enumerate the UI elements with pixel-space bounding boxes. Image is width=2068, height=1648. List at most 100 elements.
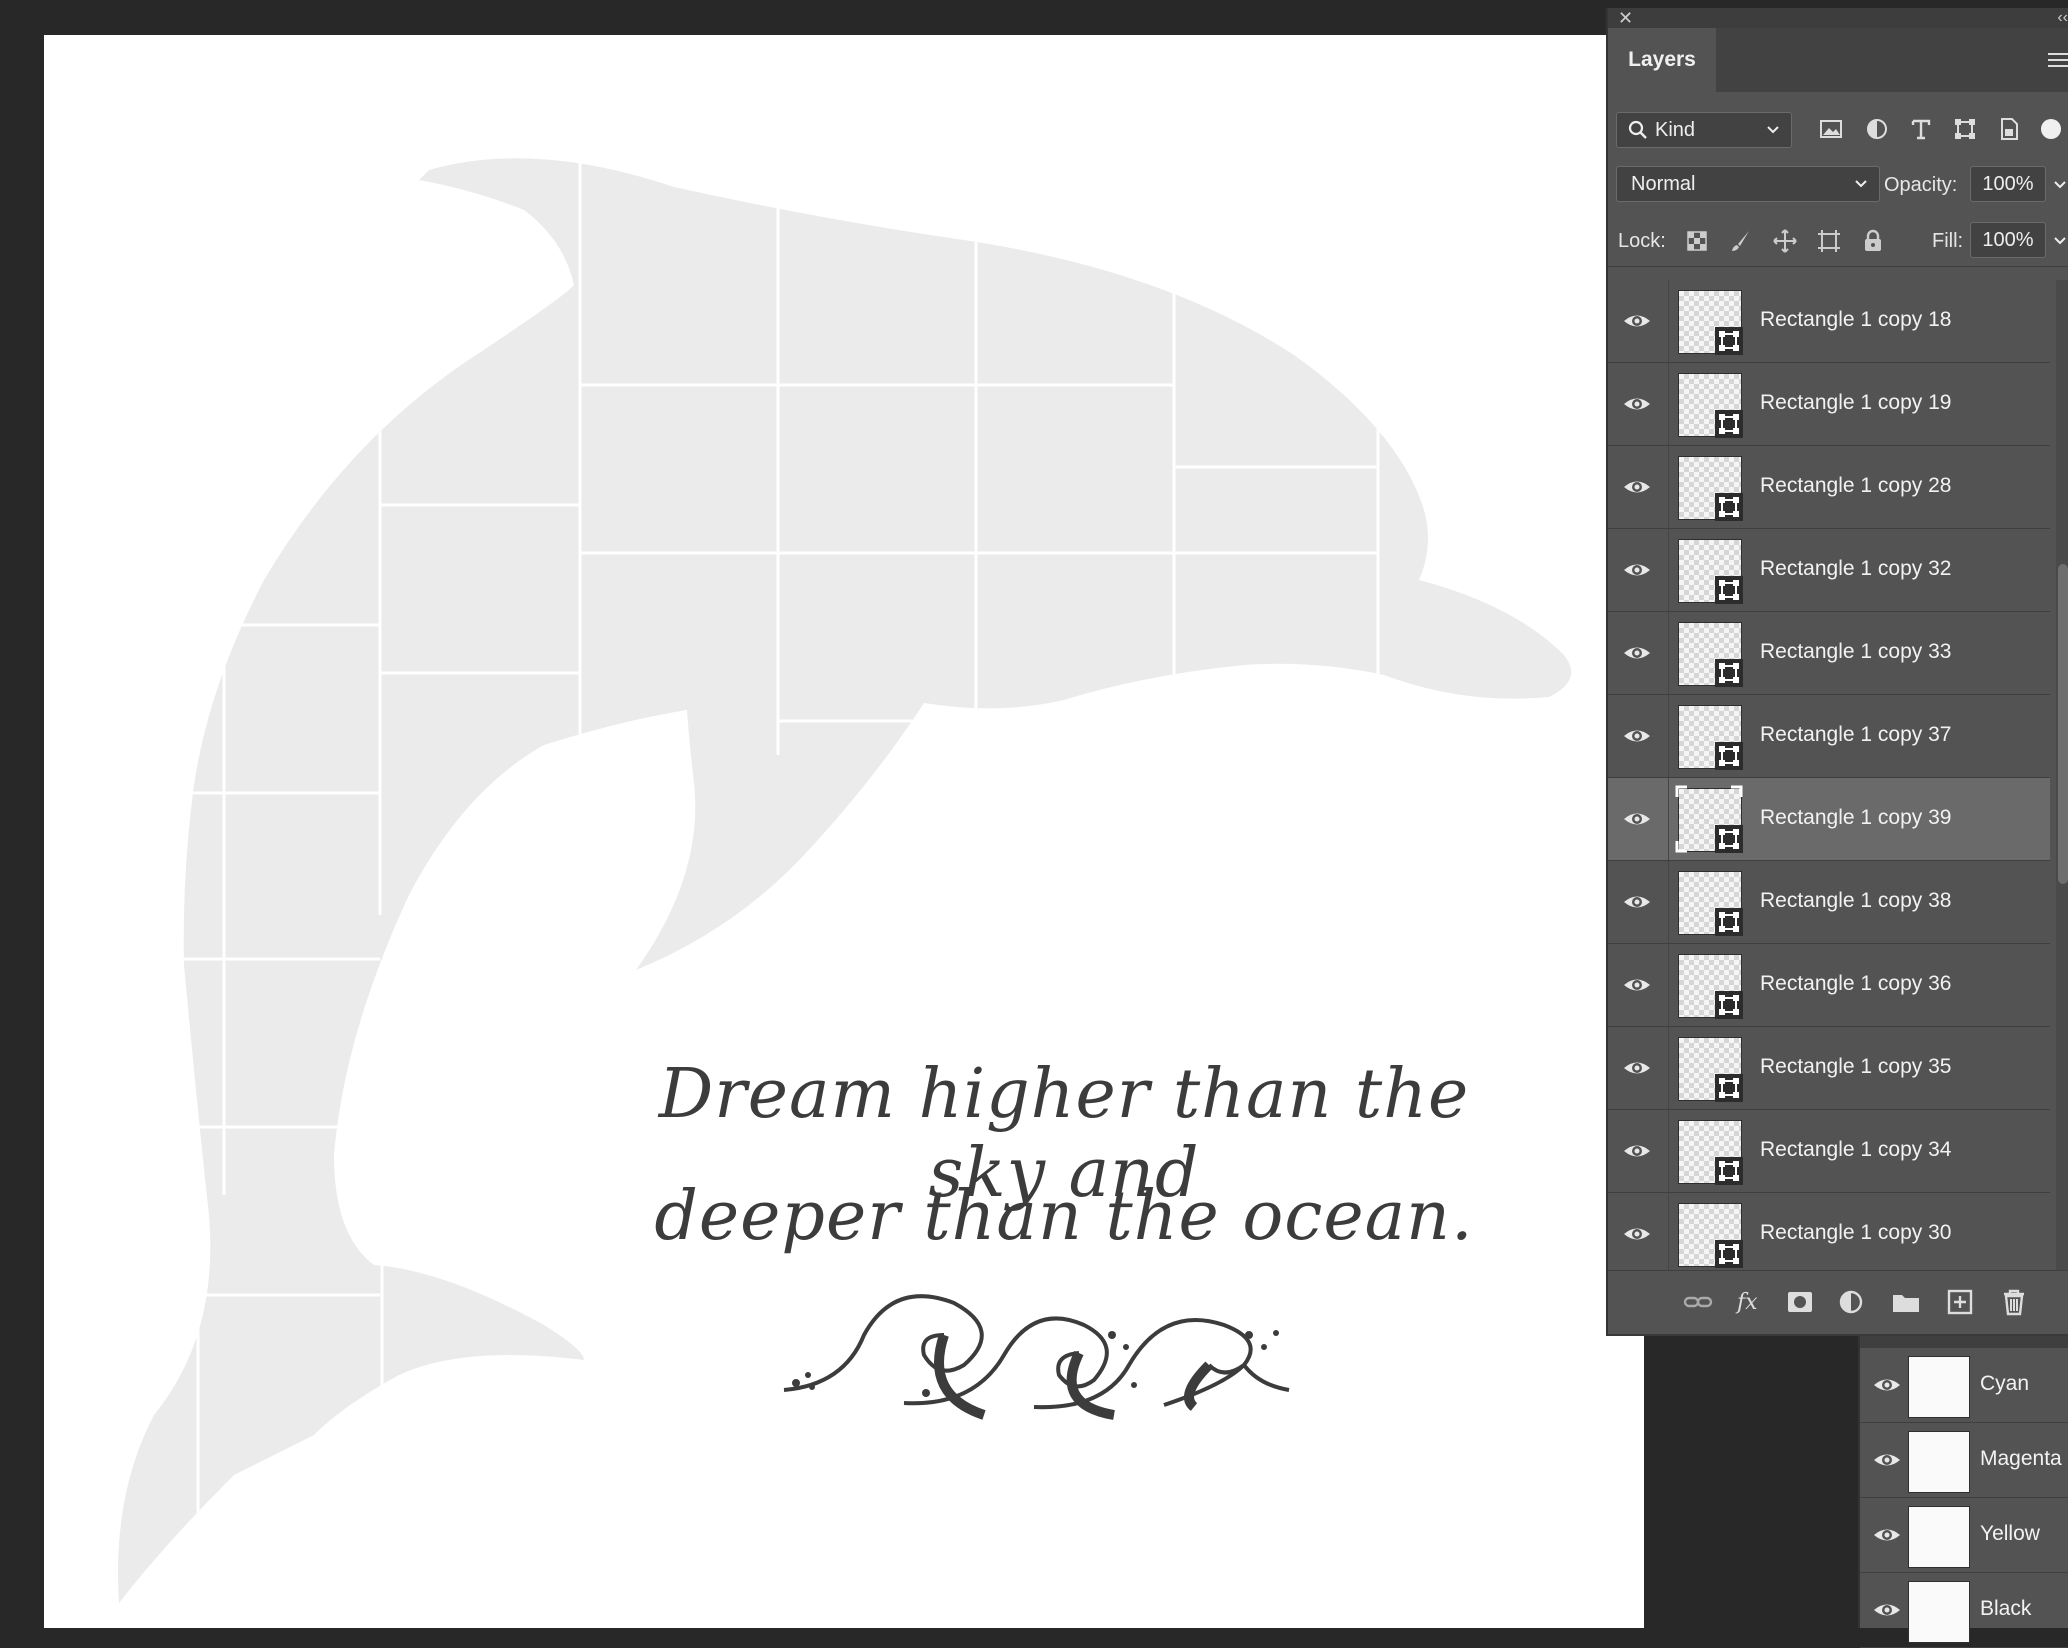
layer-row[interactable]: Rectangle 1 copy 30: [1608, 1193, 2050, 1270]
fill-chevron-icon[interactable]: [2052, 232, 2068, 248]
layer-name[interactable]: Rectangle 1 copy 19: [1760, 391, 1951, 415]
layer-row[interactable]: Rectangle 1 copy 34: [1608, 1110, 2050, 1193]
filter-toggle-icon[interactable]: [2038, 116, 2064, 142]
layer-name[interactable]: Rectangle 1 copy 33: [1760, 640, 1951, 664]
delete-layer-trash-icon[interactable]: [1998, 1287, 2030, 1317]
eye-visibility-icon[interactable]: [1622, 474, 1652, 500]
svg-text:fx: fx: [1735, 1290, 1758, 1315]
layer-name[interactable]: Rectangle 1 copy 32: [1760, 557, 1951, 581]
link-layers-icon[interactable]: [1682, 1287, 1714, 1317]
channel-thumbnail[interactable]: [1908, 1506, 1970, 1568]
row-divider: [1668, 1193, 1669, 1270]
filter-type-icon[interactable]: [1908, 116, 1934, 142]
eye-visibility-icon[interactable]: [1622, 391, 1652, 417]
layer-row[interactable]: Rectangle 1 copy 28: [1608, 446, 2050, 529]
layer-row[interactable]: Rectangle 1 copy 19: [1608, 363, 2050, 446]
filter-kind-select[interactable]: Kind: [1616, 112, 1792, 148]
eye-visibility-icon[interactable]: [1622, 972, 1652, 998]
layer-name[interactable]: Rectangle 1 copy 28: [1760, 474, 1951, 498]
layer-name[interactable]: Rectangle 1 copy 37: [1760, 723, 1951, 747]
dolphin-shape: [118, 158, 1572, 1604]
layer-list[interactable]: Rectangle 1 copy 18 Rectangle 1 copy 19 Re…: [1608, 280, 2050, 1270]
channel-list: Cyan Magenta Yellow Black: [1860, 1348, 2068, 1648]
layers-panel: ✕ ‹‹ Layers Kind Normal Opacity: 100% Lo…: [1606, 8, 2068, 1336]
eye-visibility-icon[interactable]: [1622, 1138, 1652, 1164]
chevron-down-icon: [1767, 126, 1779, 134]
waves-ornament: [783, 1294, 1290, 1420]
quote-line-2: deeper than the ocean.: [654, 1177, 1474, 1256]
layer-name[interactable]: Rectangle 1 copy 18: [1760, 308, 1951, 332]
layer-name[interactable]: Rectangle 1 copy 35: [1760, 1055, 1951, 1079]
layer-name[interactable]: Rectangle 1 copy 30: [1760, 1221, 1951, 1245]
filter-adjustment-icon[interactable]: [1864, 116, 1890, 142]
opacity-label: Opacity:: [1884, 174, 1958, 196]
fill-input[interactable]: 100%: [1970, 222, 2046, 258]
new-group-folder-icon[interactable]: [1890, 1287, 1922, 1317]
channel-thumbnail[interactable]: [1908, 1431, 1970, 1493]
blend-mode-label: Normal: [1631, 172, 1696, 195]
layer-row[interactable]: Rectangle 1 copy 39: [1608, 778, 2050, 861]
new-layer-icon[interactable]: [1944, 1287, 1976, 1317]
eye-visibility-icon[interactable]: [1622, 557, 1652, 583]
layer-list-scroll-thumb[interactable]: [2058, 564, 2068, 884]
layer-row[interactable]: Rectangle 1 copy 35: [1608, 1027, 2050, 1110]
channel-thumbnail[interactable]: [1908, 1356, 1970, 1418]
panel-menu-icon[interactable]: [2046, 52, 2068, 68]
eye-visibility-icon[interactable]: [1622, 1055, 1652, 1081]
shape-layer-badge-icon: [1714, 741, 1744, 771]
close-panel-icon[interactable]: ✕: [1618, 8, 1633, 28]
channel-name: Magenta: [1980, 1447, 2062, 1470]
filter-kind-label: Kind: [1655, 118, 1696, 141]
filter-shape-icon[interactable]: [1952, 116, 1978, 142]
lock-position-icon[interactable]: [1772, 228, 1798, 254]
blend-mode-select[interactable]: Normal: [1616, 166, 1880, 202]
layer-row[interactable]: Rectangle 1 copy 32: [1608, 529, 2050, 612]
opacity-chevron-icon[interactable]: [2052, 176, 2068, 192]
adjustment-layer-icon[interactable]: [1836, 1287, 1868, 1317]
channel-row[interactable]: Black: [1860, 1573, 2068, 1648]
add-mask-icon[interactable]: [1784, 1287, 1816, 1317]
panel-tab-row: Layers: [1608, 28, 2068, 92]
collapse-panel-icon[interactable]: ‹‹: [2057, 8, 2068, 28]
filter-pixel-icon[interactable]: [1818, 116, 1844, 142]
opacity-input[interactable]: 100%: [1970, 166, 2046, 202]
eye-visibility-icon[interactable]: [1872, 1522, 1902, 1548]
lock-all-icon[interactable]: [1860, 228, 1886, 254]
lock-label: Lock:: [1618, 230, 1666, 252]
row-divider: [1668, 695, 1669, 777]
layer-name[interactable]: Rectangle 1 copy 38: [1760, 889, 1951, 913]
channel-thumbnail[interactable]: [1908, 1581, 1970, 1643]
eye-visibility-icon[interactable]: [1622, 640, 1652, 666]
layer-row[interactable]: Rectangle 1 copy 38: [1608, 861, 2050, 944]
document-canvas[interactable]: Dream higher than the sky and deeper tha…: [44, 35, 1644, 1628]
layer-name[interactable]: Rectangle 1 copy 36: [1760, 972, 1951, 996]
channels-panel: Cyan Magenta Yellow Black: [1858, 1336, 2068, 1648]
eye-visibility-icon[interactable]: [1622, 308, 1652, 334]
layer-row[interactable]: Rectangle 1 copy 33: [1608, 612, 2050, 695]
eye-visibility-icon[interactable]: [1622, 1221, 1652, 1247]
blend-row: Normal Opacity: 100%: [1608, 158, 2068, 210]
layer-row[interactable]: Rectangle 1 copy 18: [1608, 280, 2050, 363]
eye-visibility-icon[interactable]: [1622, 723, 1652, 749]
layer-row[interactable]: Rectangle 1 copy 37: [1608, 695, 2050, 778]
shape-layer-badge-icon: [1714, 1239, 1744, 1269]
eye-visibility-icon[interactable]: [1622, 889, 1652, 915]
eye-visibility-icon[interactable]: [1872, 1447, 1902, 1473]
eye-visibility-icon[interactable]: [1872, 1597, 1902, 1623]
layer-name[interactable]: Rectangle 1 copy 39: [1760, 806, 1951, 830]
layer-style-fx-icon[interactable]: fx: [1734, 1287, 1766, 1317]
layer-name[interactable]: Rectangle 1 copy 34: [1760, 1138, 1951, 1162]
channel-row[interactable]: Magenta: [1860, 1423, 2068, 1498]
layer-row[interactable]: Rectangle 1 copy 36: [1608, 944, 2050, 1027]
lock-transparent-pixels-icon[interactable]: [1684, 228, 1710, 254]
tab-layers[interactable]: Layers: [1608, 28, 1716, 92]
channel-row[interactable]: Cyan: [1860, 1348, 2068, 1423]
lock-artboard-icon[interactable]: [1816, 228, 1842, 254]
lock-image-pixels-icon[interactable]: [1728, 228, 1754, 254]
eye-visibility-icon[interactable]: [1872, 1372, 1902, 1398]
shape-layer-badge-icon: [1714, 492, 1744, 522]
eye-visibility-icon[interactable]: [1622, 806, 1652, 832]
channel-row[interactable]: Yellow: [1860, 1498, 2068, 1573]
filter-smart-object-icon[interactable]: [1996, 116, 2022, 142]
panel-resize-grip[interactable]: [1860, 1336, 2068, 1348]
